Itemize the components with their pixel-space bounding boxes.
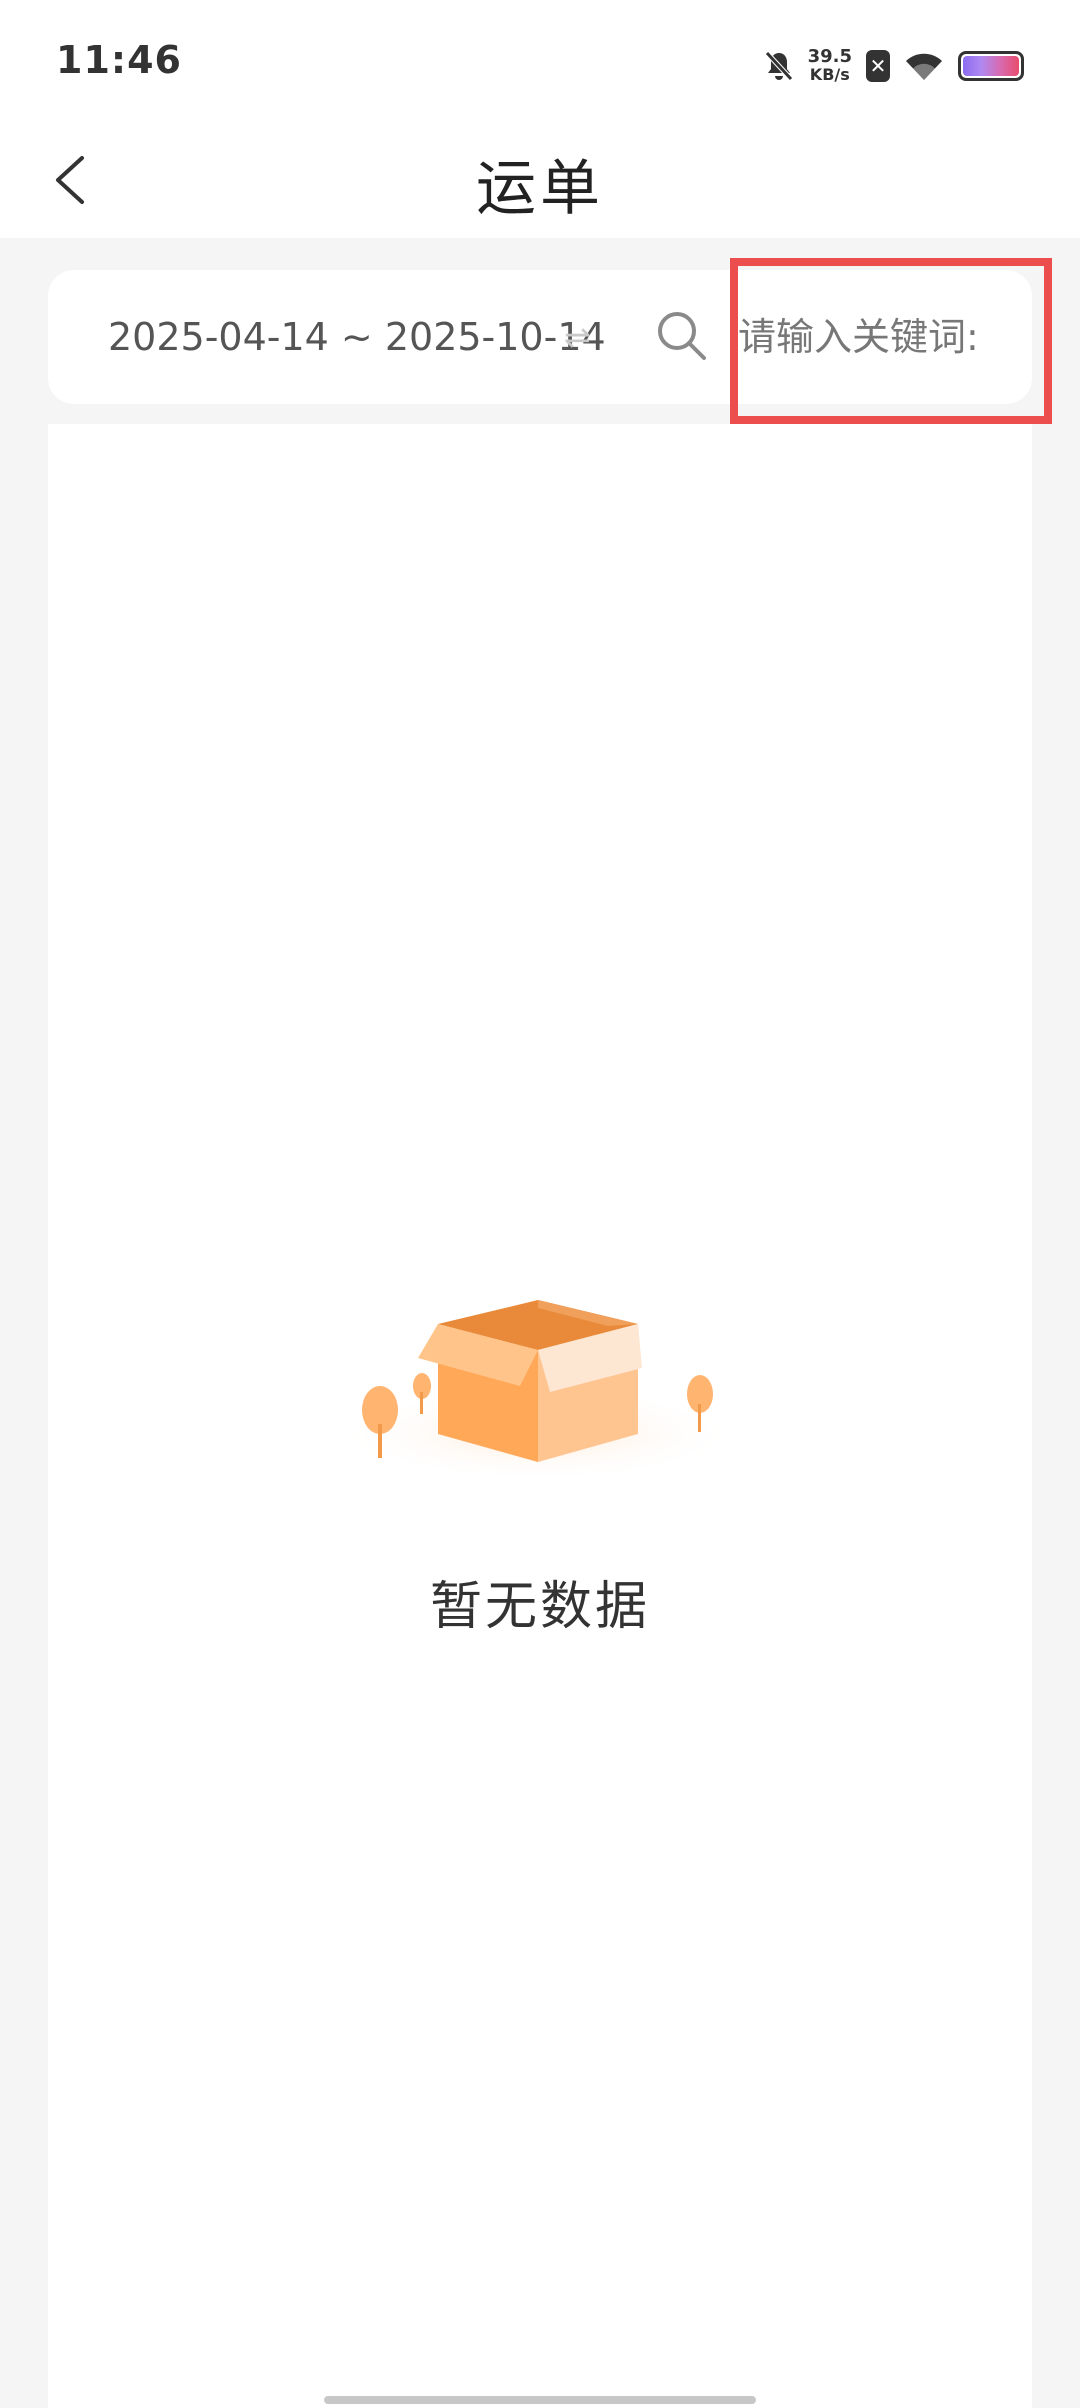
nav-bar: 运单 — [0, 124, 1080, 238]
date-range-picker[interactable]: 2025-04-14 ~ 2025-10-14 — [108, 270, 606, 404]
home-indicator[interactable] — [324, 2396, 756, 2404]
battery-icon — [958, 51, 1024, 81]
page-title: 运单 — [476, 154, 604, 224]
wifi-icon — [906, 53, 942, 80]
status-time: 11:46 — [56, 38, 182, 82]
empty-state-text: 暂无数据 — [429, 1577, 650, 1637]
search-input[interactable] — [738, 302, 1024, 372]
open-box-icon — [338, 1300, 738, 1482]
net-speed-value: 39.5 — [807, 46, 852, 67]
search-icon — [658, 312, 706, 360]
filter-card: 2025-04-14 ~ 2025-10-14 ⇌ — [48, 270, 1032, 404]
status-bar: 11:46 39.5 KB/s ✕ — [0, 0, 1080, 124]
net-speed: 39.5 KB/s — [808, 48, 852, 84]
sim-x-icon: ✕ — [866, 50, 890, 82]
net-speed-unit: KB/s — [809, 65, 850, 84]
status-icons: 39.5 KB/s ✕ — [764, 40, 1024, 92]
swap-icon[interactable]: ⇌ — [564, 270, 591, 404]
list-container: 暂无数据 — [48, 424, 1032, 2408]
mute-bell-icon — [764, 51, 793, 81]
